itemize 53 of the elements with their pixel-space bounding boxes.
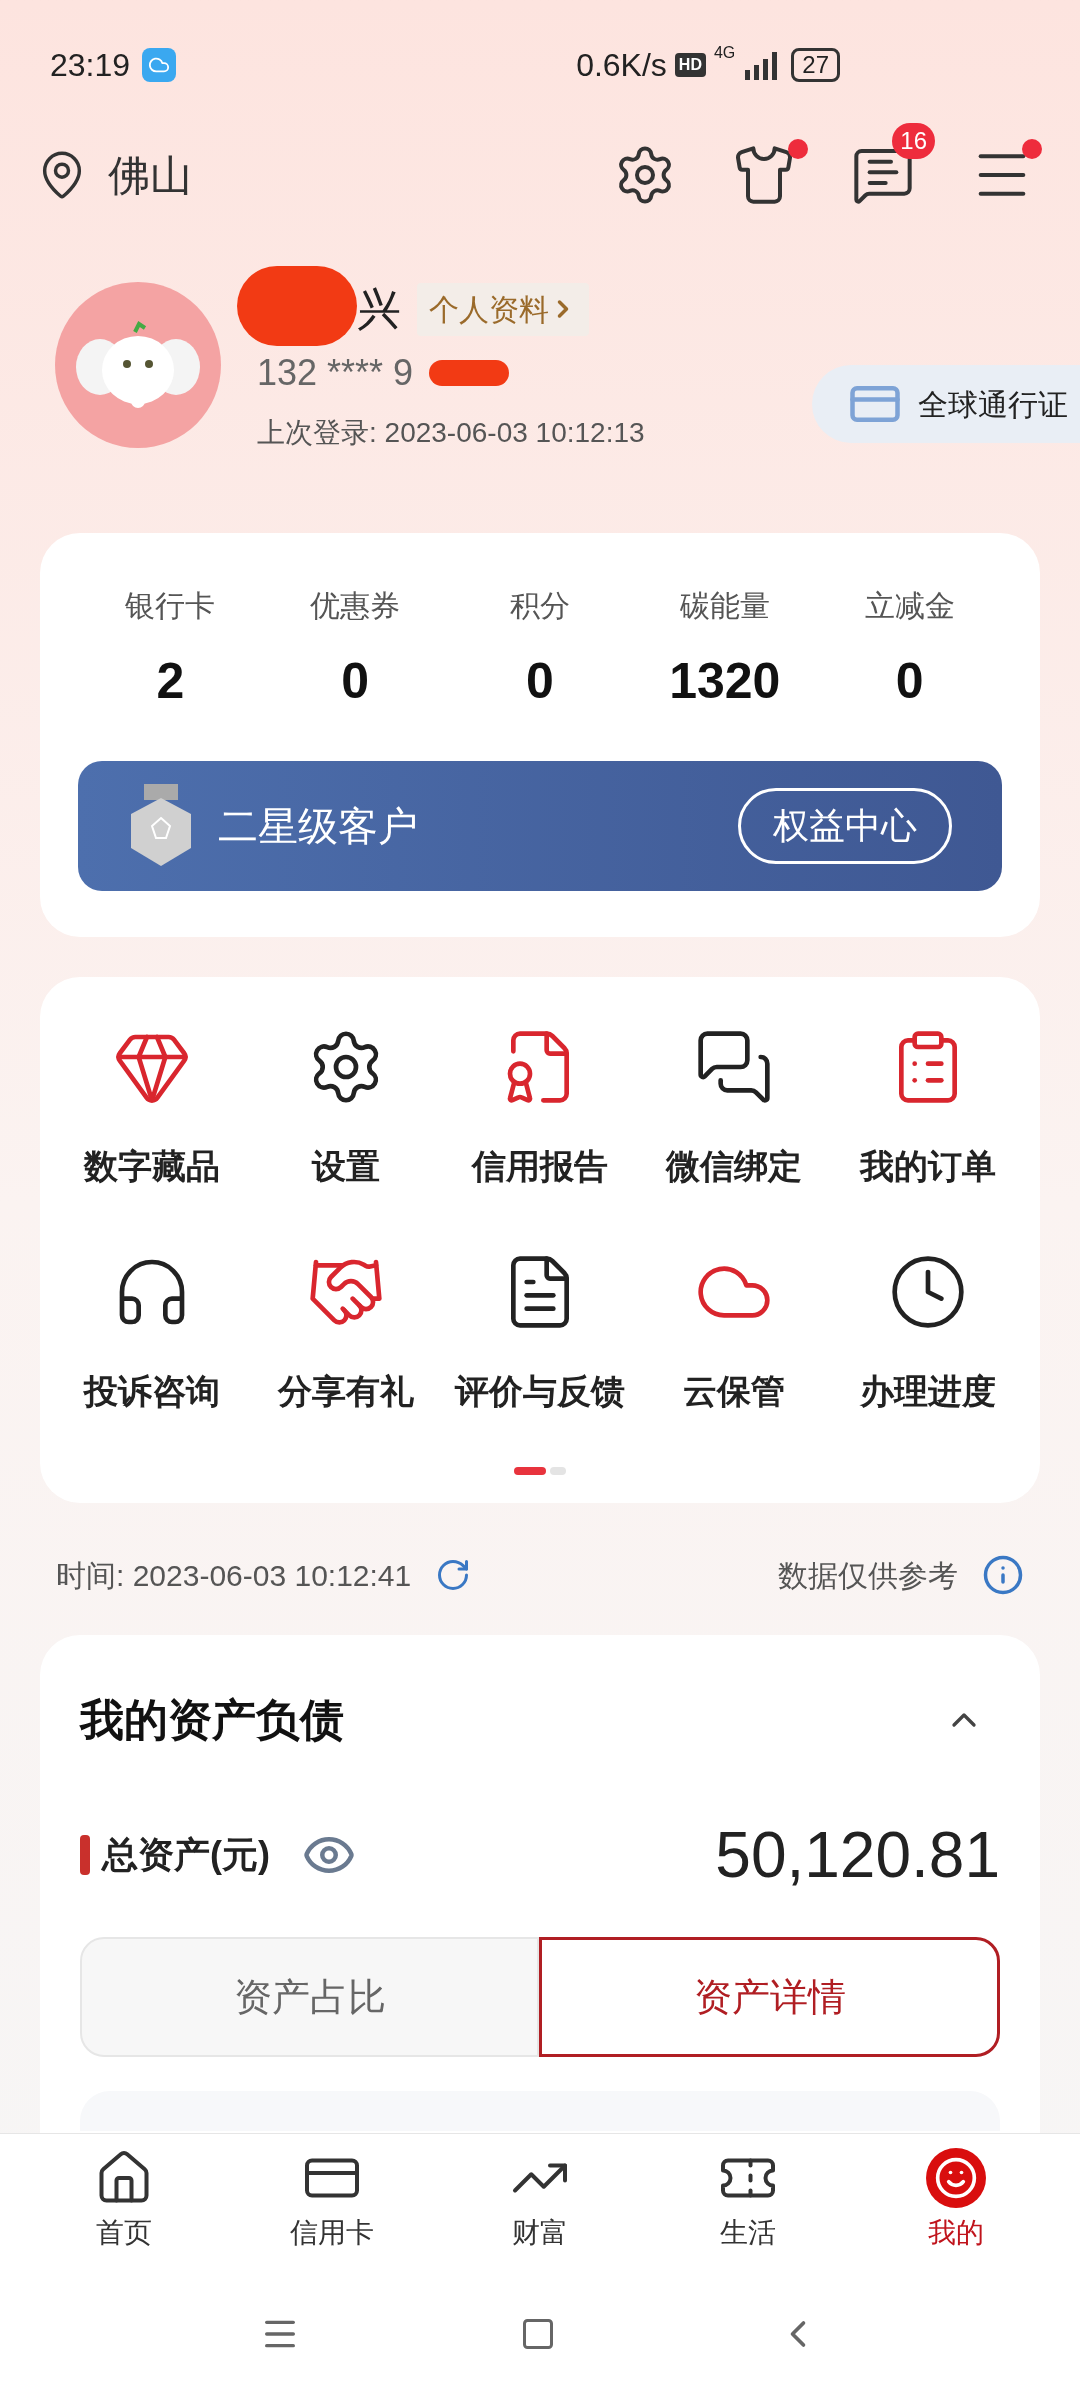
shortcut-label[interactable]: 办理进度 [860, 1366, 996, 1417]
nav-tab[interactable]: 生活 [644, 2134, 852, 2268]
shortcut-label[interactable]: 信用报告 [472, 1141, 608, 1192]
stat-label[interactable]: 积分 [510, 583, 570, 628]
stat-label[interactable]: 碳能量 [679, 583, 770, 628]
section-title: 我的资产负债 [80, 1694, 344, 1746]
profile-link[interactable]: 个人资料 [417, 282, 589, 336]
network-type: 4G [713, 43, 736, 63]
shortcut-label[interactable]: 我的订单 [860, 1141, 996, 1192]
medal-icon [128, 784, 194, 868]
network-speed: 0.6K/s [576, 46, 667, 85]
total-assets-amount: 50,120.81 [715, 1818, 1000, 1893]
shortcut-label[interactable]: 数字藏品 [84, 1141, 220, 1192]
shortcut-label[interactable]: 设置 [312, 1141, 380, 1192]
info-icon[interactable] [982, 1554, 1024, 1596]
home-icon[interactable] [520, 2316, 556, 2352]
pass-badge[interactable]: 全球通行证 [812, 365, 1080, 443]
phone-number: 132 **** 9 [257, 351, 414, 395]
accent-bar [80, 1835, 90, 1875]
benefits-center-button[interactable]: 权益中心 [738, 788, 952, 864]
stat-value[interactable]: 0 [341, 644, 370, 719]
member-level: 二星级客户 [218, 803, 418, 850]
smile-icon [926, 2148, 986, 2208]
reference-note: 数据仅供参考 [778, 1557, 958, 1594]
stat-value[interactable]: 1320 [669, 644, 781, 719]
battery-indicator: 27 [791, 48, 840, 82]
stat-label[interactable]: 银行卡 [125, 583, 216, 628]
shortcut-label[interactable]: 评价与反馈 [455, 1366, 625, 1417]
cloud-app-icon [142, 48, 177, 82]
hd-badge: HD [674, 53, 706, 77]
user-name: 兴 [357, 283, 401, 335]
shortcut-label[interactable]: 投诉咨询 [84, 1366, 220, 1417]
nav-tab[interactable]: 首页 [20, 2134, 228, 2268]
shortcut-label[interactable]: 微信绑定 [666, 1141, 802, 1192]
data-time: 时间: 2023-06-03 10:12:41 [56, 1557, 412, 1594]
stat-value[interactable]: 2 [156, 644, 185, 719]
city-name[interactable]: 佛山 [108, 143, 192, 207]
asset-tab[interactable]: 资产详情 [539, 1937, 1000, 2057]
nav-tab[interactable]: 财富 [436, 2134, 644, 2268]
shortcut-label[interactable]: 分享有礼 [278, 1366, 414, 1417]
shortcut-label[interactable]: 云保管 [683, 1366, 785, 1417]
member-level-banner[interactable]: 二星级客户 权益中心 [78, 761, 1002, 891]
stat-label[interactable]: 优惠券 [310, 583, 401, 628]
last-login-time: 上次登录: 2023-06-03 10:12:13 [257, 416, 645, 450]
nav-tab[interactable]: 我的 [852, 2134, 1060, 2268]
message-count-badge: 16 [892, 123, 935, 159]
clock-time: 23:19 [50, 46, 131, 85]
stat-value[interactable]: 0 [526, 644, 554, 719]
stat-value[interactable]: 0 [895, 644, 924, 719]
stat-label[interactable]: 立减金 [864, 583, 955, 628]
total-assets-label: 总资产(元) [102, 1833, 270, 1877]
nav-tab[interactable]: 信用卡 [228, 2134, 436, 2268]
asset-tab[interactable]: 资产占比 [80, 1937, 539, 2057]
